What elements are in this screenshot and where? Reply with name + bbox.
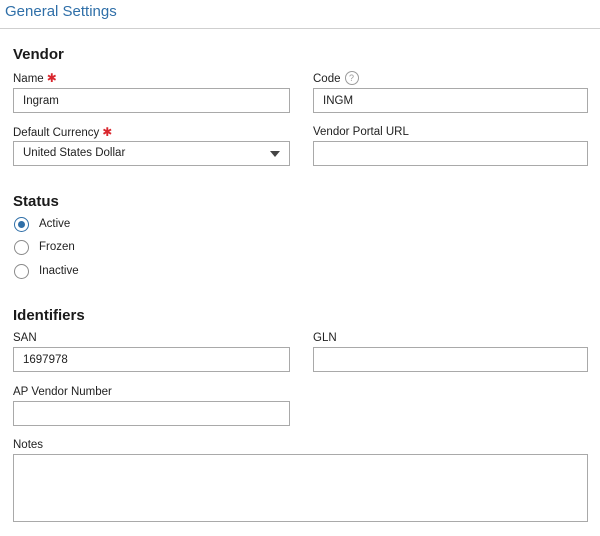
gln-input[interactable] (313, 347, 588, 372)
status-option-active[interactable]: Active (14, 217, 134, 233)
help-icon[interactable]: ? (344, 71, 359, 85)
required-icon: ✱ (102, 125, 113, 139)
san-input[interactable] (13, 347, 290, 372)
header-divider (0, 28, 600, 29)
radio-unchecked-icon[interactable] (14, 264, 29, 279)
chevron-down-icon (270, 151, 280, 157)
status-option-inactive[interactable]: Inactive (14, 264, 134, 280)
status-section-title: Status (13, 193, 59, 210)
status-option-label: Inactive (39, 265, 79, 277)
code-label-text: Code (313, 73, 341, 85)
notes-textarea[interactable] (13, 454, 588, 522)
page-title: General Settings (5, 3, 117, 20)
required-icon: ✱ (46, 71, 57, 85)
status-option-label: Active (39, 218, 71, 230)
radio-checked-icon[interactable] (14, 217, 29, 232)
code-label: Code? (313, 71, 359, 86)
vendor-section-title: Vendor (13, 46, 64, 63)
status-option-label: Frozen (39, 241, 75, 253)
vendor-portal-url-input[interactable] (313, 141, 588, 166)
gln-label: GLN (313, 332, 337, 344)
code-input[interactable] (313, 88, 588, 113)
name-input[interactable] (13, 88, 290, 113)
radio-unchecked-icon[interactable] (14, 240, 29, 255)
default-currency-select[interactable]: United States Dollar (13, 141, 290, 166)
name-label: Name ✱ (13, 71, 57, 86)
identifiers-section-title: Identifiers (13, 307, 85, 324)
name-label-text: Name (13, 73, 44, 85)
default-currency-value: United States Dollar (23, 147, 126, 159)
ap-vendor-number-input[interactable] (13, 401, 290, 426)
default-currency-label-text: Default Currency (13, 127, 100, 139)
notes-label: Notes (13, 439, 44, 451)
default-currency-label: Default Currency ✱ (13, 125, 112, 140)
san-label: SAN (13, 332, 37, 344)
ap-vendor-number-label: AP Vendor Number (13, 386, 112, 398)
vendor-portal-url-label: Vendor Portal URL (313, 126, 409, 138)
status-option-frozen[interactable]: Frozen (14, 240, 134, 256)
